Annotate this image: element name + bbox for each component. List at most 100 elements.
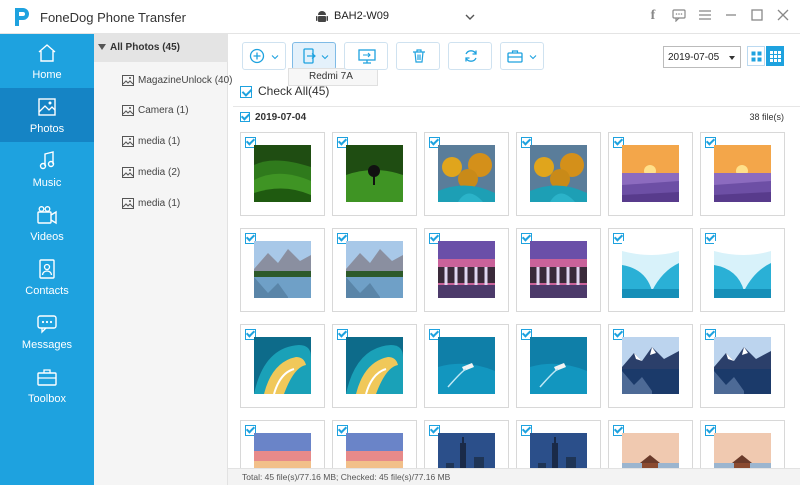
photo-tile[interactable] bbox=[332, 228, 417, 312]
photo-tile[interactable] bbox=[332, 132, 417, 216]
refresh-icon bbox=[465, 50, 477, 62]
computer-export-icon bbox=[358, 49, 376, 64]
nav-videos[interactable]: Videos bbox=[0, 196, 94, 250]
android-icon bbox=[316, 11, 328, 22]
photo-tile[interactable] bbox=[700, 228, 785, 312]
photo-thumbnail bbox=[530, 433, 587, 468]
export-to-pc-button[interactable] bbox=[344, 42, 388, 70]
photo-thumbnail bbox=[346, 337, 403, 394]
add-button[interactable] bbox=[242, 42, 286, 70]
date-filter-select[interactable]: 2019-07-05 bbox=[663, 46, 741, 68]
chevron-down-icon bbox=[529, 55, 537, 60]
chevron-down-icon bbox=[465, 14, 475, 20]
photo-thumbnail bbox=[254, 337, 311, 394]
tree-item[interactable]: media (1) bbox=[94, 131, 228, 153]
date-filter-value: 2019-07-05 bbox=[668, 52, 720, 63]
tree-root-all-photos[interactable]: All Photos (45) bbox=[94, 34, 228, 62]
photo-tile[interactable] bbox=[700, 132, 785, 216]
photo-thumbnail bbox=[346, 433, 403, 468]
photo-tile[interactable] bbox=[516, 132, 601, 216]
album-icon bbox=[122, 105, 134, 116]
contacts-icon bbox=[39, 259, 55, 279]
photo-thumbnail bbox=[622, 337, 679, 394]
nav-photos[interactable]: Photos bbox=[0, 88, 94, 142]
photo-tile[interactable] bbox=[700, 420, 785, 468]
tree-item[interactable]: media (2) bbox=[94, 162, 228, 184]
album-icon bbox=[122, 198, 134, 209]
photo-tile[interactable] bbox=[700, 324, 785, 408]
export-to-device-button[interactable] bbox=[292, 42, 336, 70]
nav-label: Contacts bbox=[25, 285, 69, 297]
thumbnail-view-button[interactable] bbox=[766, 46, 784, 66]
app-title: FoneDog Phone Transfer bbox=[40, 10, 186, 25]
maximize-icon[interactable] bbox=[750, 8, 764, 24]
nav-contacts[interactable]: Contacts bbox=[0, 250, 94, 304]
photo-thumbnail bbox=[714, 145, 771, 202]
facebook-icon[interactable]: f bbox=[646, 8, 660, 24]
divider bbox=[233, 106, 800, 107]
nav-label: Messages bbox=[21, 339, 73, 351]
photo-tile[interactable] bbox=[516, 420, 601, 468]
tree-item[interactable]: MagazineUnlock (40) bbox=[94, 70, 233, 92]
photo-tile[interactable] bbox=[424, 132, 509, 216]
list-view-button[interactable] bbox=[747, 46, 765, 66]
device-name: BAH2-W09 bbox=[334, 10, 390, 22]
grid-large-icon bbox=[751, 51, 762, 62]
photo-tile[interactable] bbox=[516, 228, 601, 312]
photo-tile[interactable] bbox=[240, 324, 325, 408]
tree-item[interactable]: media (1) bbox=[94, 193, 228, 215]
group-checkbox[interactable] bbox=[240, 112, 250, 122]
title-bar: FoneDog Phone Transfer BAH2-W09 f bbox=[0, 0, 800, 34]
photo-thumbnail bbox=[622, 145, 679, 202]
status-bar: Total: 45 file(s)/77.16 MB; Checked: 45 … bbox=[228, 468, 800, 485]
nav-label: Videos bbox=[30, 231, 64, 243]
photo-tile[interactable] bbox=[424, 324, 509, 408]
videos-icon bbox=[37, 206, 57, 225]
photo-tile[interactable] bbox=[240, 228, 325, 312]
check-all-label: Check All(45) bbox=[258, 84, 330, 98]
photos-icon bbox=[38, 98, 56, 116]
photo-tile[interactable] bbox=[332, 420, 417, 468]
refresh-button[interactable] bbox=[448, 42, 492, 70]
photo-tile[interactable] bbox=[424, 420, 509, 468]
nav-home[interactable]: Home bbox=[0, 34, 94, 88]
toolbox-button[interactable] bbox=[500, 42, 544, 70]
photo-tile[interactable] bbox=[240, 420, 325, 468]
grid-small-icon bbox=[770, 51, 781, 62]
photo-tile[interactable] bbox=[240, 132, 325, 216]
menu-icon[interactable] bbox=[698, 8, 712, 24]
tree-item[interactable]: Camera (1) bbox=[94, 100, 228, 122]
photo-tile[interactable] bbox=[608, 420, 693, 468]
check-all-checkbox[interactable] bbox=[240, 86, 252, 98]
album-tree: All Photos (45) MagazineUnlock (40) Came… bbox=[94, 34, 233, 485]
nav-toolbox[interactable]: Toolbox bbox=[0, 358, 94, 412]
tree-item-label: media (1) bbox=[138, 198, 181, 209]
photo-tile[interactable] bbox=[608, 228, 693, 312]
trash-icon bbox=[413, 49, 425, 63]
photo-tile[interactable] bbox=[424, 228, 509, 312]
photo-tile[interactable] bbox=[608, 132, 693, 216]
photo-thumbnail bbox=[714, 433, 771, 468]
chevron-down-icon bbox=[321, 55, 329, 60]
nav-messages[interactable]: Messages bbox=[0, 304, 94, 358]
device-selector[interactable]: BAH2-W09 bbox=[310, 6, 480, 28]
delete-button[interactable] bbox=[396, 42, 440, 70]
nav-label: Toolbox bbox=[28, 393, 66, 405]
tree-item-label: MagazineUnlock (40) bbox=[138, 75, 233, 86]
photo-thumbnail bbox=[530, 145, 587, 202]
minimize-icon[interactable] bbox=[724, 8, 738, 24]
messages-icon bbox=[37, 315, 57, 334]
nav-music[interactable]: Music bbox=[0, 142, 94, 196]
feedback-icon[interactable] bbox=[672, 8, 686, 24]
photo-thumbnail bbox=[622, 241, 679, 298]
close-icon[interactable] bbox=[776, 8, 790, 24]
group-file-count: 38 file(s) bbox=[749, 112, 784, 122]
photo-thumbnail bbox=[254, 433, 311, 468]
photo-tile[interactable] bbox=[516, 324, 601, 408]
tree-item-label: Camera (1) bbox=[138, 105, 189, 116]
photo-thumbnail bbox=[438, 433, 495, 468]
photo-tile[interactable] bbox=[608, 324, 693, 408]
nav-label: Home bbox=[32, 69, 62, 81]
app-window: FoneDog Phone Transfer BAH2-W09 f Home P… bbox=[0, 0, 800, 485]
photo-tile[interactable] bbox=[332, 324, 417, 408]
